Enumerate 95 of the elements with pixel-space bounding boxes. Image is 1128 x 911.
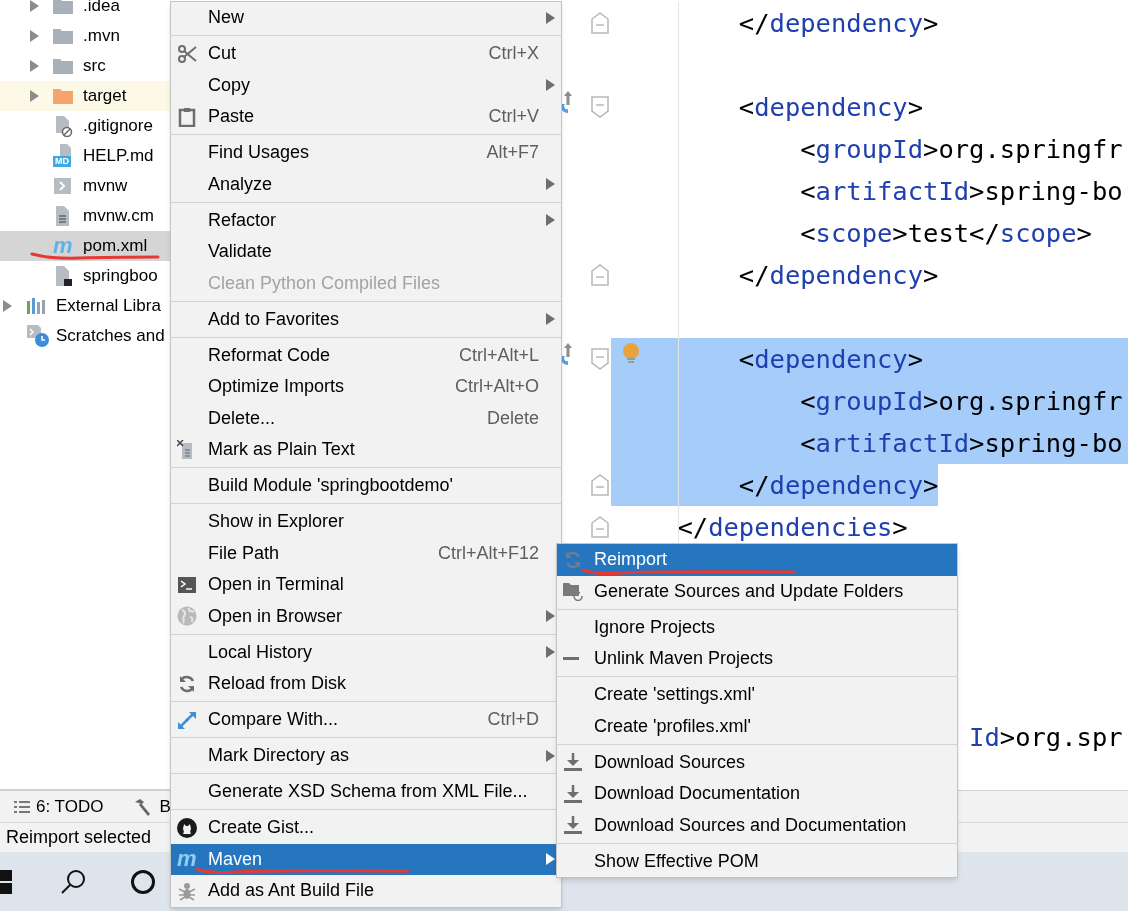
tree-item[interactable]: .gitignore [0, 111, 170, 141]
hammer-icon [133, 797, 152, 816]
menu-item[interactable]: Optimize Imports Ctrl+Alt+O [171, 371, 561, 403]
refresh-icon [563, 549, 583, 570]
code-line: </dependency> [738, 469, 939, 502]
code-line: <scope>test</scope> [800, 217, 1092, 250]
menu-item[interactable]: Mark Directory as [171, 740, 561, 772]
menu-item[interactable]: Validate [171, 236, 561, 268]
terminal-icon [177, 574, 197, 595]
code-line: </dependencies> [677, 511, 908, 544]
search-icon [60, 868, 86, 895]
download-icon [563, 783, 583, 804]
ant-icon [177, 880, 197, 901]
shortcut-label: Ctrl+V [488, 105, 539, 129]
submenu-arrow-icon [546, 749, 555, 762]
compare-arrows-icon [177, 709, 197, 730]
menu-item[interactable]: Cut Ctrl+X [171, 38, 561, 70]
menu-item[interactable]: Build Module 'springbootdemo' [171, 470, 561, 502]
script-file-icon [53, 177, 73, 195]
module-file-icon [53, 265, 73, 287]
menu-item[interactable]: New [171, 2, 561, 34]
submenu-arrow-icon [546, 313, 555, 326]
markdown-badge: MD [53, 156, 71, 167]
submenu-arrow-icon [546, 646, 555, 659]
scratch-file-clock-icon [26, 324, 50, 348]
maven-m-icon: m [177, 848, 197, 871]
shortcut-label: Ctrl+Alt+F12 [437, 541, 539, 565]
folder-icon [53, 88, 73, 104]
code-line: </dependency> [738, 259, 939, 292]
menu-item[interactable]: Reimport [557, 544, 957, 576]
tree-item[interactable]: m pom.xml [0, 231, 170, 261]
tree-item[interactable]: Scratches and [0, 321, 170, 351]
refresh-icon [177, 673, 197, 694]
submenu-arrow-icon [546, 178, 555, 191]
menu-item[interactable]: Copy [171, 69, 561, 101]
cat-logo-icon [177, 817, 197, 838]
todo-tool-button[interactable]: 6: TODO [36, 793, 104, 820]
submenu-arrow-icon [546, 79, 555, 92]
shortcut-label: Ctrl+Alt+L [458, 343, 539, 367]
code-line: <groupId>org.springfr [800, 385, 1123, 418]
tree-item[interactable]: mvnw.cm [0, 201, 170, 231]
menu-item[interactable]: Mark as Plain Text [171, 434, 561, 466]
shortcut-label: Alt+F7 [486, 141, 539, 165]
code-line: <dependency> [738, 91, 924, 124]
tree-item[interactable]: MD HELP.md [0, 141, 170, 171]
code-line: </dependency> [738, 7, 939, 40]
submenu-arrow-icon [546, 11, 555, 24]
shortcut-label: Ctrl+X [488, 42, 539, 66]
menu-item[interactable]: Add as Ant Build File [171, 875, 561, 907]
menu-item[interactable]: Reformat Code Ctrl+Alt+L [171, 339, 561, 371]
status-message: Reimport selected [6, 826, 152, 849]
download-icon [563, 752, 583, 773]
code-line: <artifactId>spring-bo [800, 175, 1123, 208]
shortcut-label: Ctrl+Alt+O [454, 375, 539, 399]
folder-refresh-icon [563, 581, 583, 602]
build-tool-button[interactable]: B [159, 793, 171, 820]
scissors-icon [177, 43, 197, 64]
code-line: <dependency> [738, 343, 924, 376]
tree-item[interactable]: mvnw [0, 171, 170, 201]
menu-item[interactable]: Download Sources and Documentation [557, 809, 957, 841]
shortcut-label: Ctrl+D [487, 708, 539, 732]
folder-icon [53, 28, 73, 44]
tree-item[interactable]: springboo [0, 261, 170, 291]
tree-item[interactable]: External Libra [0, 291, 170, 321]
menu-item[interactable]: Compare With... Ctrl+D [171, 704, 561, 736]
clipboard-icon [177, 106, 197, 127]
circle-icon [130, 868, 156, 895]
folder-icon [53, 58, 73, 74]
libraries-icon [26, 297, 48, 315]
windows-logo-icon[interactable] [0, 869, 12, 894]
submenu-arrow-icon [546, 853, 555, 866]
submenu-arrow-icon [546, 610, 555, 623]
ignored-file-icon [53, 115, 73, 137]
maven-m-icon: m [53, 235, 73, 257]
code-line: <artifactId>spring-bo [800, 427, 1123, 460]
code-line: Id>org.spr [969, 721, 1123, 754]
tree-item[interactable]: .mvn [0, 21, 170, 51]
menu-item[interactable]: Find Usages Alt+F7 [171, 137, 561, 169]
download-icon [563, 815, 583, 836]
folder-icon [53, 0, 73, 14]
menu-item[interactable]: Show in Explorer [171, 506, 561, 538]
menu-item[interactable]: Add to Favorites [171, 303, 561, 335]
menu-item[interactable]: Paste Ctrl+V [171, 101, 561, 133]
text-file-icon [53, 205, 71, 227]
menu-item[interactable]: Delete... Delete [171, 402, 561, 434]
list-icon [14, 799, 30, 814]
tree-item[interactable]: target [0, 81, 170, 111]
globe-icon [177, 606, 197, 627]
code-line: <groupId>org.springfr [800, 133, 1123, 166]
minus-icon [563, 657, 579, 661]
menu-item[interactable]: Analyze [171, 168, 561, 200]
shortcut-label: Delete [486, 406, 539, 430]
menu-item[interactable]: Refactor [171, 204, 561, 236]
tree-item[interactable]: src [0, 51, 170, 81]
submenu-arrow-icon [546, 214, 555, 227]
